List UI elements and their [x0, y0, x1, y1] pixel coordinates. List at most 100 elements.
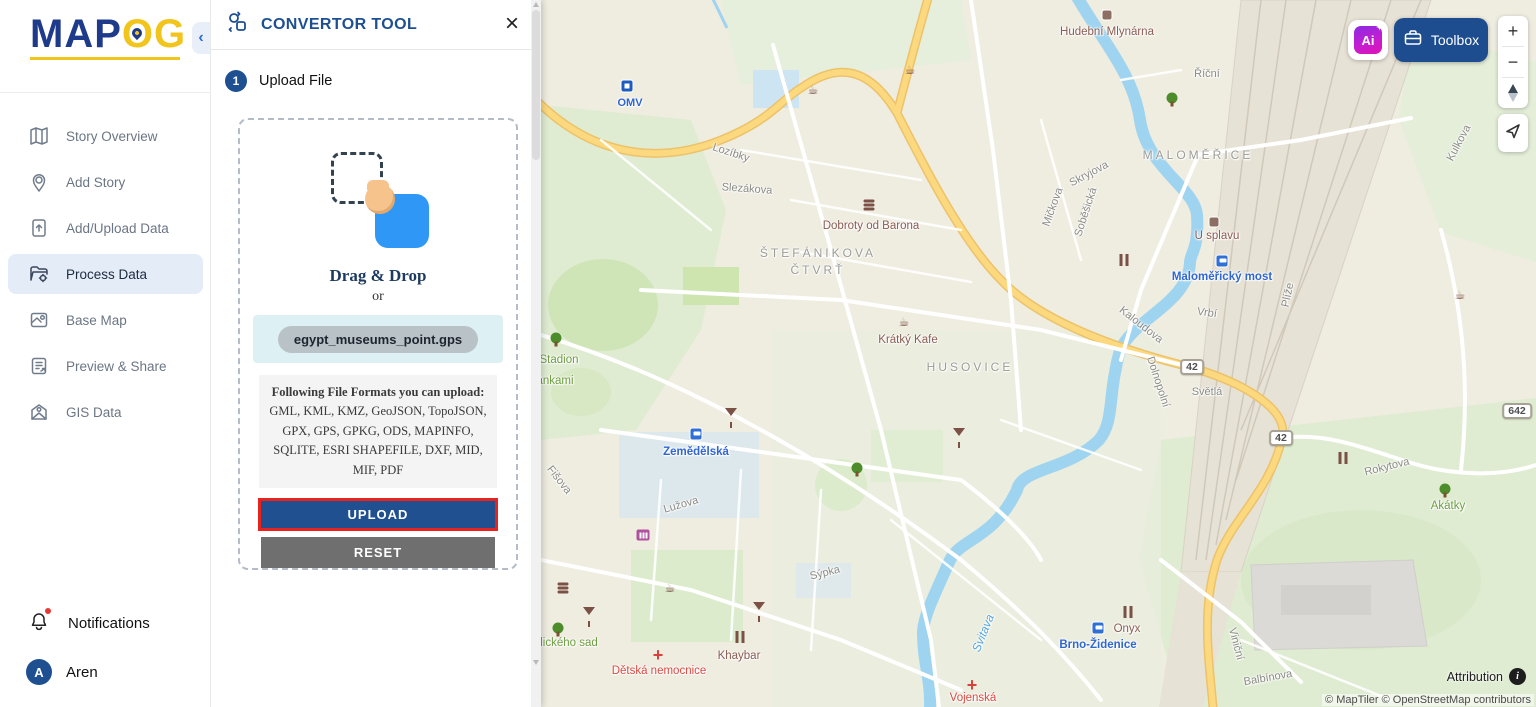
close-icon[interactable]: ×	[505, 12, 519, 36]
selected-file-name[interactable]: egypt_museums_point.gps	[277, 325, 479, 353]
cocktail-poi-icon	[953, 428, 965, 448]
toolbox-button[interactable]: Toolbox	[1394, 18, 1488, 62]
sidebar-item-add-upload-data[interactable]: Add/Upload Data	[8, 208, 203, 248]
sidebar-item-label: Preview & Share	[66, 358, 167, 374]
map-label: Říční	[1194, 68, 1220, 80]
sidebar-item-label: Add Story	[66, 174, 126, 190]
dot-poi-icon	[1208, 216, 1220, 228]
cross-poi-icon: +	[966, 675, 978, 695]
info-icon: i	[1509, 668, 1526, 685]
road-shield: 642	[1502, 403, 1532, 419]
preview-share-icon	[28, 355, 50, 377]
scroll-down-icon[interactable]	[533, 660, 539, 665]
location-pin-icon	[28, 171, 50, 193]
compass-needle-north	[1508, 84, 1518, 93]
map-label: Slezákova	[721, 181, 773, 197]
tree-poi-icon	[552, 622, 564, 637]
file-dropzone[interactable]: Drag & Drop or egypt_museums_point.gps F…	[238, 118, 518, 570]
tree-poi-icon	[1439, 483, 1451, 498]
notifications-label: Notifications	[68, 615, 150, 632]
map-label: Kulkova	[1444, 122, 1474, 164]
logo-text-og: OG	[121, 12, 187, 56]
hand-icon	[365, 180, 395, 214]
restaurant-poi-icon	[1338, 452, 1342, 464]
logo-text-map: MAP	[30, 12, 122, 56]
tram-poi-icon	[1215, 254, 1229, 268]
drag-drop-label: Drag & Drop	[329, 266, 427, 285]
attribution-button[interactable]: Attribution i	[1447, 668, 1526, 685]
notification-badge	[45, 608, 51, 614]
road-shield: 42	[1180, 359, 1204, 375]
scrollbar-thumb[interactable]	[532, 10, 540, 160]
road-shield: 42	[1269, 430, 1293, 446]
burger-poi-icon	[863, 199, 875, 203]
map-label: Brno-Židenice	[1059, 639, 1137, 651]
base-map-icon	[28, 309, 50, 331]
cocktail-poi-icon	[583, 607, 595, 627]
reset-button[interactable]: RESET	[261, 536, 495, 568]
map-label: Onyx	[1113, 623, 1141, 635]
upload-button[interactable]: UPLOAD	[258, 497, 498, 531]
map-label: lického sad	[541, 637, 598, 649]
zoom-in-button[interactable]: +	[1498, 16, 1528, 46]
step-number-badge: 1	[225, 70, 247, 92]
avatar: A	[26, 659, 52, 685]
user-menu[interactable]: A Aren	[0, 649, 211, 707]
bell-icon	[28, 608, 51, 637]
map-label: HUSOVICE	[926, 360, 1014, 374]
app-window: MAPOG ‹ Story Overview Add Story Add/Upl…	[0, 0, 1536, 707]
app-logo: MAPOG	[30, 12, 186, 60]
user-name: Aren	[66, 663, 98, 681]
sidebar-item-preview-share[interactable]: Preview & Share	[8, 346, 203, 386]
compass-button[interactable]	[1498, 78, 1528, 108]
map-label: Rokytova	[1363, 455, 1411, 479]
sidebar-item-base-map[interactable]: Base Map	[8, 300, 203, 340]
ai-tool-button[interactable]: Ai ✦	[1348, 20, 1388, 60]
map-label: Fišova	[544, 463, 574, 497]
map-label: Vojenská	[949, 692, 997, 704]
dot-poi-icon	[1101, 9, 1113, 21]
map-label: Balbínova	[1242, 667, 1294, 689]
sidebar-item-label: Base Map	[66, 312, 127, 328]
file-formats-heading: Following File Formats you can upload:	[271, 385, 485, 399]
locate-button[interactable]	[1498, 114, 1528, 152]
coffee-poi-icon: ☕	[904, 63, 916, 77]
sidebar-item-story-overview[interactable]: Story Overview	[8, 116, 203, 156]
zoom-controls: + −	[1498, 16, 1528, 108]
map-label: Mičkova	[1040, 185, 1066, 229]
sidebar-item-process-data[interactable]: Process Data	[8, 254, 203, 294]
file-upload-icon	[28, 217, 50, 239]
coffee-poi-icon: ☕	[664, 581, 676, 595]
chevron-left-icon: ‹	[198, 29, 204, 46]
sidebar-item-gis-data[interactable]: GIS Data	[8, 392, 203, 432]
cocktail-poi-icon	[753, 602, 765, 622]
zoom-out-button[interactable]: −	[1498, 47, 1528, 77]
tram-poi-icon	[689, 427, 703, 441]
sidebar-item-label: Add/Upload Data	[66, 220, 169, 236]
map-label: Světlá	[1191, 386, 1223, 398]
map-label: Dětská nemocnice	[611, 665, 707, 677]
folder-gear-icon	[28, 263, 50, 285]
attribution-label: Attribution	[1446, 669, 1503, 684]
selected-file-box: egypt_museums_point.gps	[253, 315, 503, 363]
map-label: Stadion	[541, 354, 579, 366]
sidebar-collapse-button[interactable]: ‹	[192, 22, 210, 54]
toolbox-label: Toolbox	[1430, 32, 1480, 48]
restaurant-poi-icon	[1119, 254, 1123, 266]
sidebar: MAPOG ‹ Story Overview Add Story Add/Upl…	[0, 0, 211, 707]
panel-title: CONVERTOR TOOL	[261, 15, 418, 33]
sidebar-nav: Story Overview Add Story Add/Upload Data…	[0, 110, 211, 438]
map-label: ŠTEFÁNIKOVA	[759, 246, 877, 260]
map-label: Skryjova	[1067, 158, 1111, 190]
map-canvas[interactable]: ☕ + + ☕ ☕ ☕ ☕ OMV Hudební Mlynárna Říční MALOMĚŘIC…	[541, 0, 1536, 707]
map-label: Khaybar	[717, 650, 761, 662]
notifications-button[interactable]: Notifications	[0, 598, 211, 649]
map-label: Hudební Mlynárna	[1060, 26, 1154, 38]
map-label: OMV	[617, 97, 643, 109]
panel-scrollbar[interactable]	[531, 0, 541, 707]
navigation-arrow-icon	[1504, 122, 1522, 145]
sidebar-divider	[0, 92, 211, 93]
sidebar-item-add-story[interactable]: Add Story	[8, 162, 203, 202]
map-label: Lozíbky	[711, 141, 751, 165]
scroll-up-icon[interactable]	[533, 2, 539, 7]
